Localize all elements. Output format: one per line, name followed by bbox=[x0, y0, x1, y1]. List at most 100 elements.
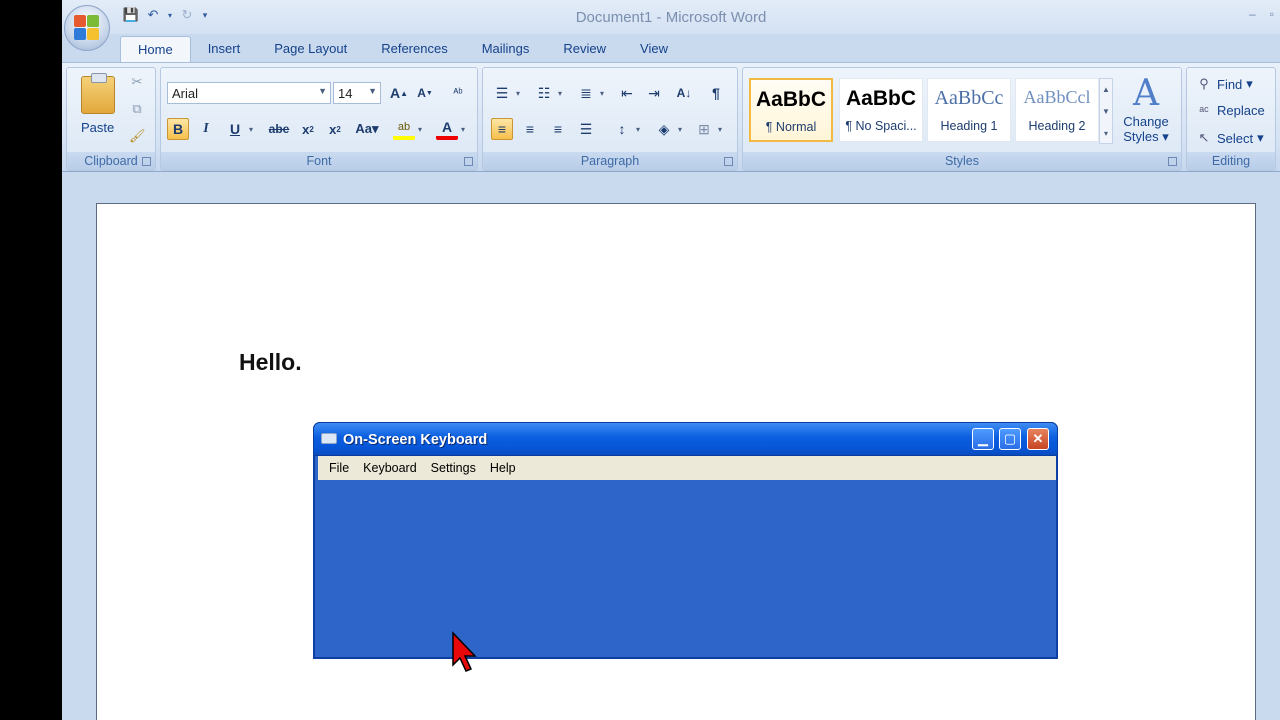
cut-icon[interactable]: ✂ bbox=[129, 74, 145, 90]
grow-font-icon[interactable]: A ▲ bbox=[388, 82, 410, 104]
font-name-combo[interactable]: Arial ▼ bbox=[167, 82, 331, 104]
paste-icon[interactable] bbox=[81, 73, 115, 114]
tab-page-layout[interactable]: Page Layout bbox=[257, 36, 364, 62]
decrease-indent-icon[interactable]: ⇤ bbox=[616, 82, 638, 104]
tab-references[interactable]: References bbox=[364, 36, 464, 62]
format-painter-icon[interactable]: 🖌 bbox=[129, 128, 146, 144]
sort-icon[interactable]: A↓ bbox=[673, 82, 695, 104]
chevron-down-icon: ▼ bbox=[318, 86, 327, 96]
osk-maximize-button[interactable]: ▢ bbox=[999, 428, 1021, 450]
align-center-icon[interactable]: ≡ bbox=[519, 118, 541, 140]
numbering-icon[interactable]: ☷ bbox=[533, 82, 555, 104]
font-color-icon[interactable]: A bbox=[436, 118, 458, 140]
pointer-icon: ↖ bbox=[1198, 130, 1210, 145]
copy-icon[interactable]: ⧉ bbox=[129, 101, 145, 117]
borders-dropdown-icon[interactable]: ▾ bbox=[718, 125, 722, 134]
select-button[interactable]: ↖ Select ▾ bbox=[1195, 130, 1264, 146]
office-button[interactable] bbox=[64, 5, 110, 51]
highlight-icon[interactable]: ab bbox=[393, 118, 415, 140]
underline-dropdown-icon[interactable]: ▾ bbox=[249, 125, 253, 134]
osk-menu-bar: File Keyboard Settings Help bbox=[318, 456, 1056, 480]
style-heading-1[interactable]: AaBbCc Heading 1 bbox=[927, 78, 1011, 142]
osk-minimize-button[interactable]: ▁ bbox=[972, 428, 994, 450]
font-launcher-icon[interactable] bbox=[464, 157, 473, 166]
styles-launcher-icon[interactable] bbox=[1168, 157, 1177, 166]
paragraph-label: Paragraph bbox=[483, 152, 737, 170]
numbering-dropdown-icon[interactable]: ▾ bbox=[558, 89, 562, 98]
style-name: Heading 1 bbox=[940, 119, 998, 133]
office-logo-icon bbox=[74, 15, 100, 41]
paragraph-group: ☰ ▾ ☷ ▾ ≣ ▾ ⇤ ⇥ A↓ ¶ ≡ ≡ ≡ ☰ ↕ ▾ ◈ ▾ ⊞ ▾… bbox=[482, 67, 738, 171]
paste-button[interactable]: Paste bbox=[81, 120, 114, 135]
shading-icon[interactable]: ◈ bbox=[653, 118, 675, 140]
borders-icon[interactable]: ⊞ bbox=[693, 118, 715, 140]
styles-group: AaBbC ¶ Normal AaBbC ¶ No Spaci... AaBbC… bbox=[742, 67, 1182, 171]
font-size-value: 14 bbox=[338, 86, 353, 101]
font-label: Font bbox=[161, 152, 477, 170]
maximize-icon[interactable]: ▫ bbox=[1270, 7, 1274, 21]
clear-formatting-icon[interactable]: ᴬᵇ bbox=[447, 82, 469, 104]
show-marks-icon[interactable]: ¶ bbox=[705, 82, 727, 104]
shading-dropdown-icon[interactable]: ▾ bbox=[678, 125, 682, 134]
tab-insert[interactable]: Insert bbox=[191, 36, 258, 62]
bold-button[interactable]: B bbox=[167, 118, 189, 140]
replace-button[interactable]: ᵃᶜ Replace bbox=[1195, 103, 1265, 118]
ribbon-tabs: Home Insert Page Layout References Maili… bbox=[120, 36, 685, 62]
align-right-icon[interactable]: ≡ bbox=[547, 118, 569, 140]
chevron-down-icon: ▼ bbox=[368, 86, 377, 96]
align-left-icon[interactable]: ≡ bbox=[491, 118, 513, 140]
subscript-button[interactable]: x2 bbox=[297, 118, 319, 140]
paragraph-launcher-icon[interactable] bbox=[724, 157, 733, 166]
document-text: Hello. bbox=[239, 349, 302, 375]
highlight-dropdown-icon[interactable]: ▾ bbox=[418, 125, 422, 134]
tab-mailings[interactable]: Mailings bbox=[465, 36, 547, 62]
title-bar: 💾 ↶ ▾ ↻ ▾ Document1 - Microsoft Word – ▫ bbox=[62, 0, 1280, 34]
osk-menu-file[interactable]: File bbox=[322, 461, 356, 475]
style-sample: AaBbCc bbox=[934, 87, 1004, 109]
osk-close-button[interactable]: ✕ bbox=[1027, 428, 1049, 450]
find-button[interactable]: ⚲ Find ▾ bbox=[1195, 76, 1253, 92]
superscript-button[interactable]: x2 bbox=[324, 118, 346, 140]
style-no-spacing[interactable]: AaBbC ¶ No Spaci... bbox=[839, 78, 923, 142]
strikethrough-button[interactable]: abe bbox=[265, 118, 293, 140]
bullets-icon[interactable]: ☰ bbox=[491, 82, 513, 104]
shrink-font-icon[interactable]: A ▼ bbox=[414, 82, 436, 104]
justify-icon[interactable]: ☰ bbox=[575, 118, 597, 140]
tab-home[interactable]: Home bbox=[120, 36, 191, 62]
keyboard-icon bbox=[321, 433, 337, 444]
italic-button[interactable]: I bbox=[195, 118, 217, 140]
osk-title: On-Screen Keyboard bbox=[343, 432, 488, 448]
multilevel-dropdown-icon[interactable]: ▾ bbox=[600, 89, 604, 98]
mouse-cursor-icon bbox=[452, 631, 477, 672]
osk-menu-keyboard[interactable]: Keyboard bbox=[356, 461, 424, 475]
line-spacing-icon[interactable]: ↕ bbox=[611, 118, 633, 140]
clipboard-launcher-icon[interactable] bbox=[142, 157, 151, 166]
underline-button[interactable]: U bbox=[224, 118, 246, 140]
change-styles-icon: A bbox=[1133, 73, 1159, 114]
styles-gallery-scroll[interactable]: ▲ ▼ ▾ bbox=[1099, 78, 1113, 144]
tab-review[interactable]: Review bbox=[546, 36, 623, 62]
style-name: Heading 2 bbox=[1028, 119, 1086, 133]
osk-menu-settings[interactable]: Settings bbox=[424, 461, 483, 475]
style-name: ¶ No Spaci... bbox=[845, 119, 917, 133]
on-screen-keyboard-window[interactable]: On-Screen Keyboard ▁ ▢ ✕ File Keyboard S… bbox=[313, 422, 1058, 659]
binoculars-icon: ⚲ bbox=[1199, 76, 1209, 91]
font-size-combo[interactable]: 14 ▼ bbox=[333, 82, 381, 104]
line-spacing-dropdown-icon[interactable]: ▾ bbox=[636, 125, 640, 134]
style-normal[interactable]: AaBbC ¶ Normal bbox=[749, 78, 833, 142]
osk-menu-help[interactable]: Help bbox=[483, 461, 523, 475]
font-color-dropdown-icon[interactable]: ▾ bbox=[461, 125, 465, 134]
left-black-margin bbox=[0, 0, 62, 720]
bullets-dropdown-icon[interactable]: ▾ bbox=[516, 89, 520, 98]
window-controls: – ▫ bbox=[1249, 7, 1274, 21]
style-heading-2[interactable]: AaBbCcl Heading 2 bbox=[1015, 78, 1099, 142]
change-styles-button[interactable]: A Change Styles ▾ bbox=[1117, 74, 1175, 145]
osk-title-bar[interactable]: On-Screen Keyboard ▁ ▢ ✕ bbox=[313, 422, 1058, 456]
increase-indent-icon[interactable]: ⇥ bbox=[643, 82, 665, 104]
style-sample: AaBbCcl bbox=[1023, 87, 1091, 107]
replace-label: Replace bbox=[1217, 103, 1265, 118]
minimize-icon[interactable]: – bbox=[1249, 7, 1256, 21]
tab-view[interactable]: View bbox=[623, 36, 685, 62]
change-case-button[interactable]: Aa▾ bbox=[353, 118, 381, 140]
multilevel-list-icon[interactable]: ≣ bbox=[575, 82, 597, 104]
